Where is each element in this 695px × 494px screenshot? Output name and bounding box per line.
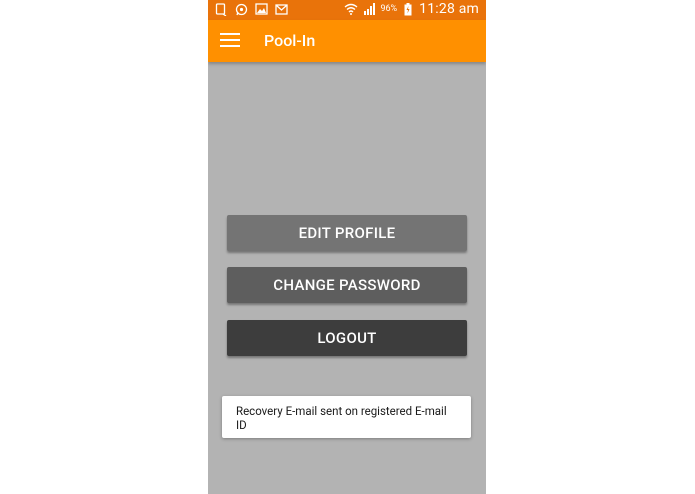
edit-profile-button[interactable]: EDIT PROFILE xyxy=(227,215,467,251)
toast-message: Recovery E-mail sent on registered E-mai… xyxy=(222,396,471,438)
gmail-icon xyxy=(274,2,288,16)
signal-icon xyxy=(362,2,376,16)
image-icon xyxy=(254,2,268,16)
status-bar: 96% 11:28 am xyxy=(208,0,486,20)
notification-icon xyxy=(214,2,228,16)
app-bar: Pool-In xyxy=(208,20,486,62)
app-title: Pool-In xyxy=(264,31,316,50)
logout-button[interactable]: LOGOUT xyxy=(227,320,467,356)
whatsapp-icon xyxy=(234,2,248,16)
hamburger-menu-icon[interactable] xyxy=(220,33,240,49)
change-password-button[interactable]: CHANGE PASSWORD xyxy=(227,267,467,303)
battery-percentage: 96% xyxy=(380,4,398,14)
phone-screen: 96% 11:28 am Pool-In EDIT PROFILE CHANGE… xyxy=(208,0,486,494)
wifi-icon xyxy=(344,2,358,16)
clock: 11:28 am xyxy=(419,1,479,17)
battery-icon xyxy=(401,2,415,16)
